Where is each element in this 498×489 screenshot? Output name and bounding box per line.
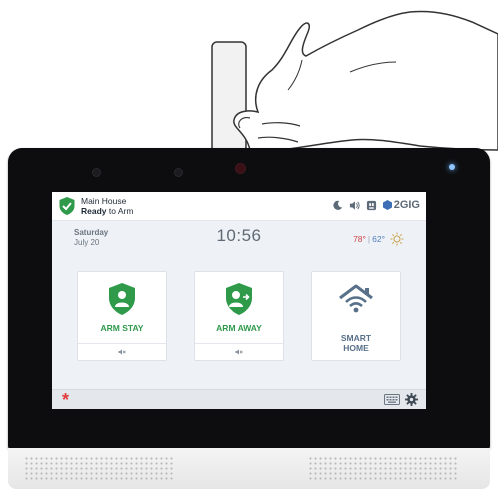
main-content: ARM STAY ARM AWAY SMART HOME (52, 255, 426, 389)
arm-away-mute-toggle[interactable] (195, 343, 283, 360)
arm-stay-button[interactable]: ARM STAY (77, 271, 167, 361)
brand-mark-icon (382, 200, 392, 210)
sun-icon (390, 232, 404, 246)
smart-home-wifi-icon (339, 284, 373, 313)
sensor-dot-mid (174, 168, 183, 177)
smart-home-label-line2: HOME (343, 343, 369, 353)
smart-home-label-line1: SMART (340, 333, 372, 343)
bottom-bar: * (52, 389, 426, 409)
speaker-grille-left (24, 456, 174, 482)
hand-illustration (211, 10, 498, 153)
location-name: Main House (81, 196, 127, 206)
status-bar: Main House Ready to Arm 2GIG (52, 192, 426, 221)
mute-icon (235, 349, 243, 355)
status-icons: 2GIG (332, 199, 420, 211)
brand-text: 2GIG (393, 199, 420, 211)
camera-lens (235, 163, 246, 174)
mute-icon (118, 349, 126, 355)
status-led (449, 164, 455, 170)
arm-away-label: ARM AWAY (216, 323, 262, 333)
arm-stay-label: ARM STAY (100, 323, 144, 333)
arm-away-button[interactable]: ARM AWAY (194, 271, 284, 361)
temp-low: 62° (372, 234, 385, 244)
arm-status-rest: to Arm (106, 206, 134, 216)
speaker-base (8, 448, 490, 489)
arm-stay-shield-icon (109, 283, 135, 315)
arm-away-shield-icon (226, 283, 252, 315)
volume-icon[interactable] (349, 200, 360, 211)
shield-check-icon (59, 197, 75, 215)
arm-stay-mute-toggle[interactable] (78, 343, 166, 360)
door-sensor (211, 41, 247, 153)
hand-outline (233, 10, 498, 151)
arm-status-bold: Ready (81, 206, 107, 216)
moon-icon[interactable] (332, 200, 343, 211)
temp-high: 78° (353, 234, 366, 244)
touchscreen: Main House Ready to Arm 2GIG Saturday Ju… (52, 192, 426, 409)
keypad-icon[interactable] (384, 394, 400, 405)
emergency-asterisk-icon[interactable]: * (62, 390, 69, 409)
gear-icon[interactable] (405, 393, 418, 406)
sensor-dot-left (92, 168, 101, 177)
speaker-grille-right (308, 456, 458, 482)
smart-home-button[interactable]: SMART HOME (311, 271, 401, 361)
arm-status: Ready to Arm (81, 206, 133, 216)
brand-logo: 2GIG (382, 199, 420, 211)
info-row: Saturday July 20 10:56 78° | 62° (52, 221, 426, 255)
panel-status-icon[interactable] (366, 200, 377, 211)
temp-separator: | (367, 234, 371, 244)
weather[interactable]: 78° | 62° (353, 232, 404, 246)
